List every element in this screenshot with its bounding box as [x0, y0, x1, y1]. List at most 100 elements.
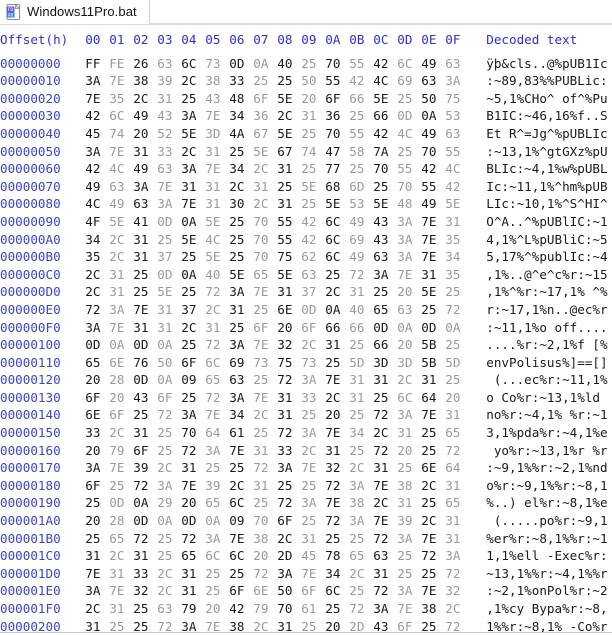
hex-byte-cell[interactable]: 34	[325, 565, 349, 583]
hex-byte-cell[interactable]: 3A	[181, 406, 205, 424]
hex-byte-cell[interactable]: 20	[253, 547, 277, 565]
hex-byte-cell[interactable]: 7E	[325, 371, 349, 389]
hex-row[interactable]: 00000070 49 63 3A 7E 31 31 2C 31 25 5E 68 6D 25 70 55 42…	[0, 178, 608, 196]
hex-byte-cell[interactable]: 36	[253, 107, 277, 125]
hex-byte-cell[interactable]: 3A	[157, 477, 181, 495]
hex-byte-cell[interactable]: 25	[181, 389, 205, 407]
hex-byte-cell[interactable]: 5B	[421, 336, 445, 354]
hex-byte-cell[interactable]: 5E	[109, 213, 133, 231]
hex-byte-cell[interactable]: 42	[301, 231, 325, 249]
hex-byte-cell[interactable]: 7E	[421, 231, 445, 249]
hex-byte-cell[interactable]: 7E	[421, 406, 445, 424]
hex-byte-cell[interactable]: 25	[229, 231, 253, 249]
hex-byte-cell[interactable]: 4C	[373, 72, 397, 90]
hex-byte-cell[interactable]: 25	[421, 494, 445, 512]
hex-byte-cell[interactable]: 3A	[349, 477, 373, 495]
hex-byte-cell[interactable]: 43	[205, 90, 229, 108]
hex-row[interactable]: 00000010 3A 7E 38 39 2C 38 33 25 25 50 55 42 4C 69 63 3A…	[0, 72, 608, 90]
hex-byte-cell[interactable]: 63	[373, 547, 397, 565]
hex-byte-cell[interactable]: 0A	[325, 301, 349, 319]
hex-byte-cell[interactable]: 7E	[133, 301, 157, 319]
hex-byte-cell[interactable]: 31	[325, 336, 349, 354]
hex-byte-cell[interactable]: 70	[421, 143, 445, 161]
hex-byte-cell[interactable]: 5D	[445, 354, 469, 372]
hex-byte-cell[interactable]: 25	[181, 248, 205, 266]
hex-byte-cell[interactable]: 49	[349, 248, 373, 266]
hex-byte-cell[interactable]: 7E	[181, 477, 205, 495]
hex-byte-cell[interactable]: 3A	[301, 371, 325, 389]
hex-byte-cell[interactable]: 3A	[229, 283, 253, 301]
hex-byte-cell[interactable]: 6C	[325, 582, 349, 600]
tab-windows11pro-bat[interactable]: FD A0 Windows11Pro.bat	[0, 0, 150, 24]
decoded-text-cell[interactable]: envPolisus%]==[]	[486, 354, 607, 372]
hex-byte-cell[interactable]: 2C	[445, 600, 469, 618]
hex-byte-cell[interactable]: 49	[349, 213, 373, 231]
hex-byte-cell[interactable]: 32	[133, 582, 157, 600]
hex-byte-cell[interactable]: 72	[205, 389, 229, 407]
hex-byte-cell[interactable]: 7E	[85, 90, 109, 108]
hex-byte-cell[interactable]: 25	[301, 195, 325, 213]
decoded-text-cell[interactable]: Ic:~11,1%^hm%pUB	[486, 178, 607, 196]
hex-byte-cell[interactable]: 3D	[373, 354, 397, 372]
hex-byte-cell[interactable]: 33	[277, 442, 301, 460]
hex-byte-cell[interactable]: 70	[181, 424, 205, 442]
hex-byte-cell[interactable]: 3A	[397, 582, 421, 600]
hex-byte-cell[interactable]: 4C	[445, 160, 469, 178]
hex-byte-cell[interactable]: 25	[181, 90, 205, 108]
hex-byte-cell[interactable]: 73	[301, 354, 325, 372]
hex-byte-cell[interactable]: 40	[205, 266, 229, 284]
hex-byte-cell[interactable]: 42	[445, 178, 469, 196]
hex-byte-cell[interactable]: 49	[85, 178, 109, 196]
hex-row[interactable]: 00000130 6F 20 43 6F 25 72 3A 7E 31 33 2C 31 25 6C 64 20…	[0, 389, 608, 407]
hex-byte-cell[interactable]: 25	[157, 424, 181, 442]
hex-byte-cell[interactable]: 63	[133, 195, 157, 213]
hex-byte-cell[interactable]: 0D	[109, 494, 133, 512]
hex-byte-cell[interactable]: 7E	[301, 565, 325, 583]
hex-byte-cell[interactable]: 7E	[181, 195, 205, 213]
hex-byte-cell[interactable]: 25	[349, 107, 373, 125]
hex-row[interactable]: 00000050 3A 7E 31 33 2C 31 25 5E 67 74 47 58 7A 25 70 55…	[0, 143, 608, 161]
hex-byte-cell[interactable]: 3A	[85, 143, 109, 161]
hex-byte-cell[interactable]: 79	[181, 600, 205, 618]
hex-byte-cell[interactable]: 31	[301, 530, 325, 548]
decoded-text-cell[interactable]: %..) el%r:~8,1%e	[486, 494, 607, 512]
hex-byte-cell[interactable]: 38	[421, 600, 445, 618]
hex-byte-cell[interactable]: 28	[109, 512, 133, 530]
hex-byte-cell[interactable]: 31	[277, 160, 301, 178]
hex-byte-cell[interactable]: 20	[85, 442, 109, 460]
hex-byte-cell[interactable]: 0D	[133, 336, 157, 354]
hex-byte-cell[interactable]: 5E	[277, 125, 301, 143]
hex-row[interactable]: 00000030 42 6C 49 43 3A 7E 34 36 2C 31 36 25 66 0D 0A 53…	[0, 107, 608, 125]
hex-byte-cell[interactable]: 49	[421, 195, 445, 213]
hex-byte-cell[interactable]: 0D	[397, 107, 421, 125]
hex-byte-cell[interactable]: 0D	[181, 512, 205, 530]
hex-byte-cell[interactable]: 25	[85, 494, 109, 512]
hex-byte-cell[interactable]: 31	[277, 283, 301, 301]
hex-byte-cell[interactable]: 42	[373, 55, 397, 73]
hex-byte-cell[interactable]: 37	[181, 301, 205, 319]
hex-byte-cell[interactable]: 2C	[277, 530, 301, 548]
hex-byte-cell[interactable]: 25	[109, 477, 133, 495]
hex-byte-cell[interactable]: 4C	[85, 195, 109, 213]
hex-byte-cell[interactable]: 3A	[229, 336, 253, 354]
hex-byte-cell[interactable]: 7E	[109, 72, 133, 90]
hex-byte-cell[interactable]: 3A	[373, 266, 397, 284]
hex-byte-cell[interactable]: 7E	[253, 389, 277, 407]
hex-byte-cell[interactable]: 25	[445, 283, 469, 301]
hex-byte-cell[interactable]: 72	[157, 406, 181, 424]
hex-byte-cell[interactable]: 31	[277, 406, 301, 424]
decoded-text-cell[interactable]: (...ec%r:~11,1%	[486, 371, 608, 389]
hex-byte-cell[interactable]: 72	[445, 442, 469, 460]
hex-byte-cell[interactable]: 42	[373, 125, 397, 143]
hex-byte-cell[interactable]: 6C	[229, 547, 253, 565]
hex-byte-cell[interactable]: 66	[349, 319, 373, 337]
hex-byte-cell[interactable]: 6C	[325, 248, 349, 266]
hex-byte-cell[interactable]: 72	[205, 283, 229, 301]
hex-byte-cell[interactable]: 0D	[157, 213, 181, 231]
hex-byte-cell[interactable]: 42	[301, 213, 325, 231]
hex-byte-cell[interactable]: 2C	[373, 424, 397, 442]
hex-byte-cell[interactable]: 3A	[157, 195, 181, 213]
hex-byte-cell[interactable]: 65	[445, 424, 469, 442]
hex-byte-cell[interactable]: 72	[277, 494, 301, 512]
hex-byte-cell[interactable]: 65	[205, 494, 229, 512]
